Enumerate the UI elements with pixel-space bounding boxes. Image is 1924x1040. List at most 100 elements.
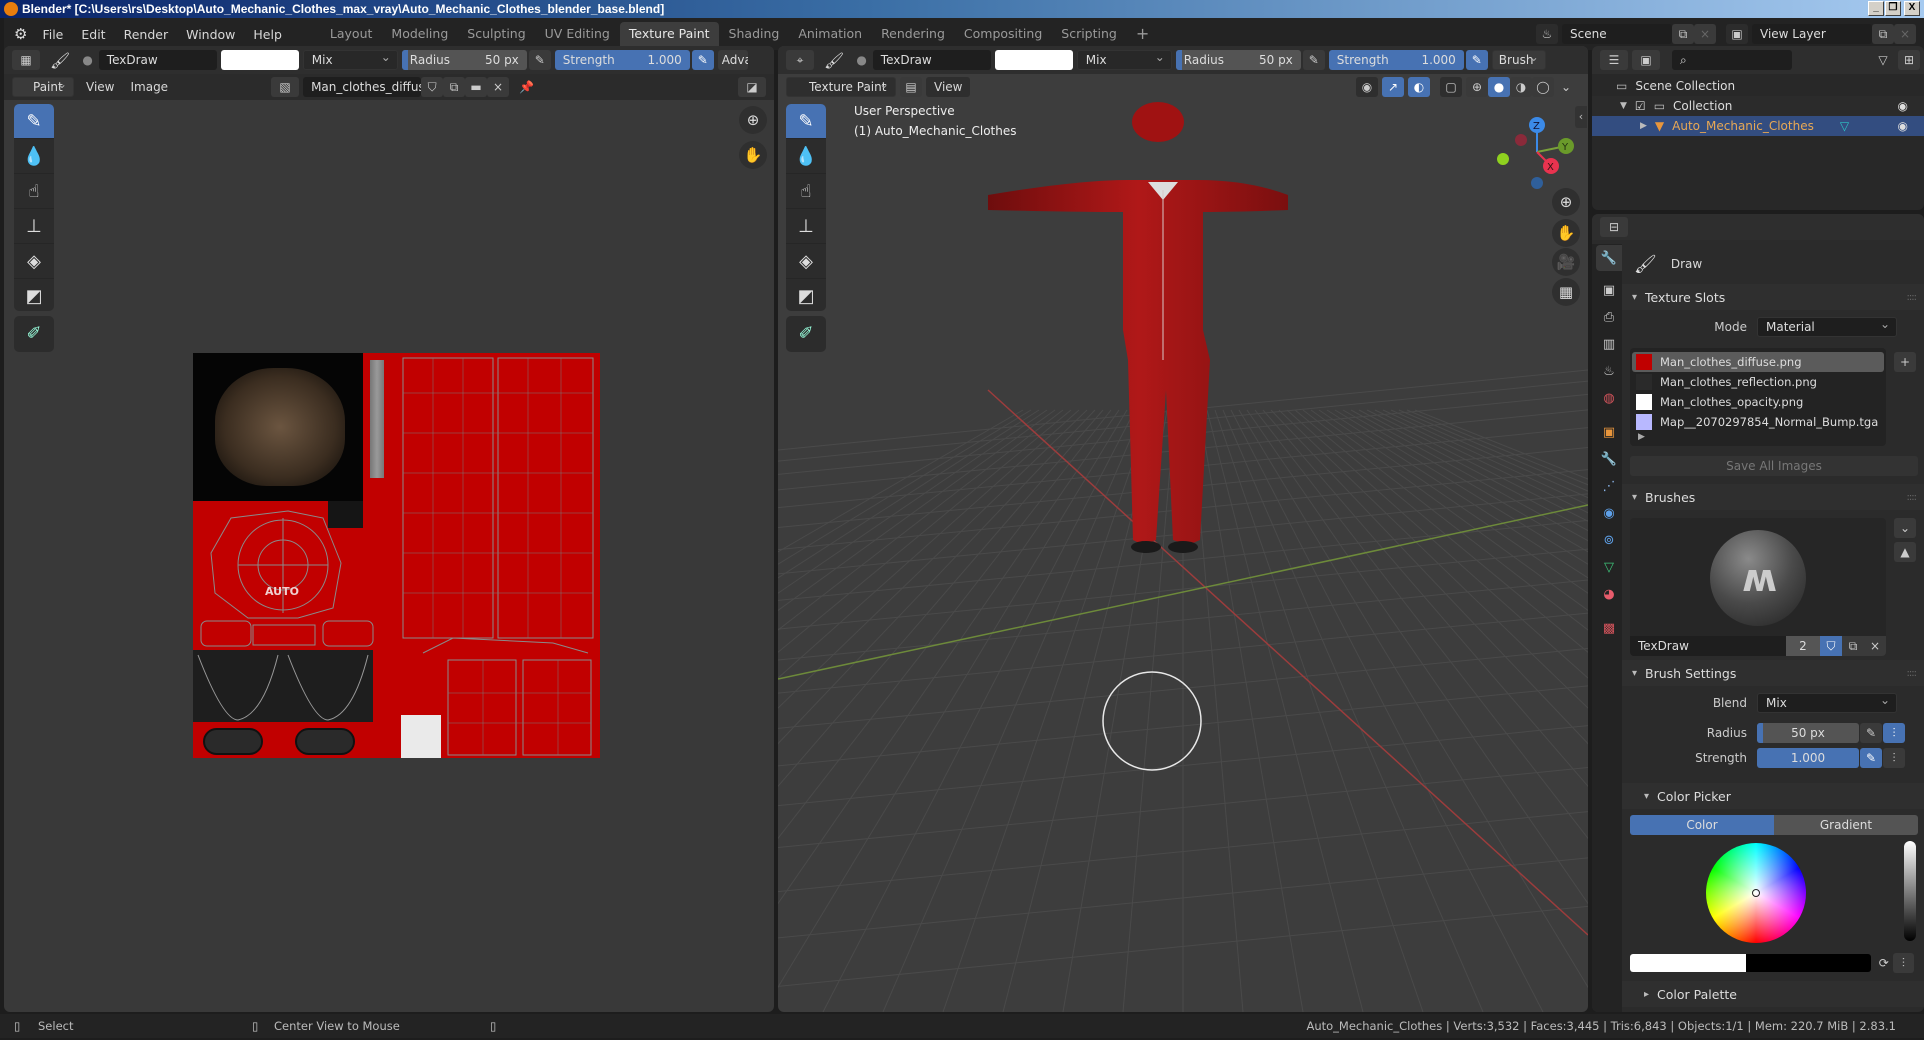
- unlink-brush-icon[interactable]: ×: [1864, 636, 1886, 656]
- view-layer-selector[interactable]: View Layer: [1752, 24, 1872, 44]
- brush-users-count[interactable]: 2: [1786, 636, 1820, 656]
- checkbox-icon[interactable]: ☑: [1635, 99, 1646, 113]
- tab-render-icon[interactable]: ▣: [1596, 277, 1622, 303]
- tool-annotate-icon[interactable]: ✐: [14, 316, 54, 351]
- expand-list-icon[interactable]: ▶: [1632, 432, 1884, 446]
- tab-particles-icon[interactable]: ⋰: [1596, 473, 1622, 499]
- outliner-item-collection[interactable]: ▼ ☑ ▭ Collection ◉: [1592, 96, 1924, 116]
- tool-smear-icon[interactable]: ☝: [14, 174, 54, 209]
- tool-clone-icon[interactable]: ⊥: [14, 209, 54, 244]
- tab-compositing[interactable]: Compositing: [955, 22, 1051, 46]
- strength-slider[interactable]: Strength 1.000: [554, 50, 690, 70]
- texture-slot-item[interactable]: Man_clothes_opacity.png: [1632, 392, 1884, 412]
- duplicate-brush-icon[interactable]: ⧉: [1842, 636, 1864, 656]
- advanced-menu[interactable]: Adva: [717, 50, 748, 70]
- overlay-toggle-icon[interactable]: ◐: [1408, 77, 1430, 97]
- tab-uv-editing[interactable]: UV Editing: [536, 22, 619, 46]
- blender-menu-icon[interactable]: ⚙: [14, 25, 27, 43]
- menu-help[interactable]: Help: [244, 27, 291, 42]
- sidebar-toggle-icon[interactable]: ‹: [1575, 106, 1587, 128]
- brush-name-field[interactable]: TexDraw: [1630, 636, 1786, 656]
- mask-toggle-icon[interactable]: ▤: [900, 77, 922, 97]
- menu-render[interactable]: Render: [115, 27, 178, 42]
- xray-toggle-icon[interactable]: ▢: [1440, 77, 1462, 97]
- gizmo-neg-z-icon[interactable]: [1531, 177, 1543, 189]
- tab-view-layer-icon[interactable]: ▥: [1596, 331, 1622, 357]
- image-name-field[interactable]: Man_clothes_diffuse...: [303, 77, 422, 97]
- outliner-item-auto-mechanic-clothes[interactable]: ▶ ▼ Auto_Mechanic_Clothes ▽ ◉: [1592, 116, 1924, 136]
- mode-select[interactable]: Texture Paint: [786, 75, 896, 97]
- tool-annotate-icon[interactable]: ✐: [786, 316, 826, 351]
- scene-icon[interactable]: ♨: [1536, 24, 1558, 44]
- shading-solid-icon[interactable]: ●: [1488, 77, 1510, 97]
- tab-world-icon[interactable]: ◍: [1596, 385, 1622, 411]
- tab-output-icon[interactable]: ⎙: [1596, 304, 1622, 330]
- visibility-eye-icon[interactable]: ◉: [1898, 119, 1908, 133]
- close-button[interactable]: X: [1904, 1, 1920, 16]
- brush-name-field[interactable]: TexDraw: [98, 50, 217, 70]
- fake-user-icon[interactable]: ⛉: [421, 77, 444, 97]
- color-palette-panel-header[interactable]: Color Palette: [1622, 981, 1924, 1007]
- color-unified-icon[interactable]: ⫶: [1892, 953, 1914, 973]
- texture-slot-item[interactable]: Man_clothes_diffuse.png: [1632, 352, 1884, 372]
- tool-soften-icon[interactable]: 💧: [786, 139, 826, 174]
- color-wheel-cursor[interactable]: [1752, 889, 1760, 897]
- expand-arrow-icon[interactable]: ▶: [1640, 121, 1647, 131]
- mechanic-clothes-model[interactable]: [978, 100, 1398, 620]
- value-slider[interactable]: [1904, 841, 1916, 941]
- display-channels-icon[interactable]: ◪: [738, 77, 766, 97]
- strength-pressure-icon[interactable]: ✎: [1860, 748, 1882, 768]
- tool-draw-icon[interactable]: ✎: [786, 104, 826, 139]
- brush-settings-panel-header[interactable]: Brush Settings::::: [1622, 660, 1924, 686]
- pan-hand-icon[interactable]: ✋: [739, 141, 767, 169]
- tool-mask-icon[interactable]: ◩: [14, 279, 54, 311]
- menu-image[interactable]: Image: [122, 80, 176, 94]
- tool-soften-icon[interactable]: 💧: [14, 139, 54, 174]
- tab-object-icon[interactable]: ▣: [1596, 419, 1622, 445]
- tab-sculpting[interactable]: Sculpting: [458, 22, 534, 46]
- secondary-color-swatch[interactable]: [1745, 954, 1871, 972]
- zoom-icon[interactable]: ⊕: [1552, 188, 1580, 216]
- view-layer-icon[interactable]: ▣: [1726, 24, 1748, 44]
- drag-grip-icon[interactable]: ::::: [1907, 492, 1918, 503]
- minimize-button[interactable]: _: [1868, 1, 1884, 16]
- tab-layout[interactable]: Layout: [321, 22, 382, 46]
- radius-unified-icon[interactable]: ⫶: [1883, 723, 1905, 743]
- outliner-item-scene-collection[interactable]: ▭ Scene Collection: [1592, 76, 1924, 96]
- strength-pressure-icon[interactable]: ✎: [1465, 50, 1488, 70]
- expand-arrow-icon[interactable]: ▼: [1620, 101, 1627, 111]
- texture-slot-item[interactable]: Map__2070297854_Normal_Bump.tga: [1632, 412, 1884, 432]
- add-workspace-button[interactable]: +: [1127, 22, 1158, 46]
- menu-window[interactable]: Window: [177, 27, 244, 42]
- shading-rendered-icon[interactable]: ◯: [1532, 77, 1554, 97]
- tab-modifier-icon[interactable]: 🔧: [1596, 446, 1622, 472]
- tab-tool-icon[interactable]: 🔧: [1596, 245, 1622, 271]
- radius-pressure-icon[interactable]: ✎: [1860, 723, 1882, 743]
- tab-animation[interactable]: Animation: [789, 22, 871, 46]
- tab-data-icon[interactable]: ▽: [1596, 554, 1622, 580]
- tab-constraints-icon[interactable]: ⊚: [1596, 527, 1622, 553]
- texture-slot-item[interactable]: Man_clothes_reflection.png: [1632, 372, 1884, 392]
- brush-menu[interactable]: Brush: [1491, 48, 1546, 70]
- tab-modeling[interactable]: Modeling: [382, 22, 457, 46]
- radius-pressure-icon[interactable]: ✎: [1302, 50, 1325, 70]
- tab-rendering[interactable]: Rendering: [872, 22, 954, 46]
- add-texture-slot-button[interactable]: +: [1894, 352, 1916, 372]
- radius-slider[interactable]: 50 px: [1757, 723, 1859, 743]
- blend-select[interactable]: Mix: [1757, 691, 1897, 713]
- brush-color-swatch[interactable]: [220, 50, 299, 70]
- image-browse-icon[interactable]: ▧: [271, 77, 300, 97]
- tab-physics-icon[interactable]: ◉: [1596, 500, 1622, 526]
- menu-view[interactable]: View: [926, 77, 971, 97]
- outliner-search-input[interactable]: ⌕: [1672, 50, 1792, 70]
- gizmo-toggle-icon[interactable]: ↗: [1382, 77, 1404, 97]
- brush-color-swatch[interactable]: [994, 50, 1073, 70]
- blend-mode-select[interactable]: Mix: [302, 48, 398, 70]
- pan-hand-icon[interactable]: ✋: [1552, 219, 1580, 247]
- strength-pressure-icon[interactable]: ✎: [691, 50, 714, 70]
- unlink-image-icon[interactable]: ×: [487, 77, 510, 97]
- filter-icon[interactable]: ▽: [1872, 50, 1894, 70]
- radius-pressure-icon[interactable]: ✎: [528, 50, 551, 70]
- paint-mode-select[interactable]: Paint: [12, 75, 74, 97]
- visibility-eye-icon[interactable]: ◉: [1898, 99, 1908, 113]
